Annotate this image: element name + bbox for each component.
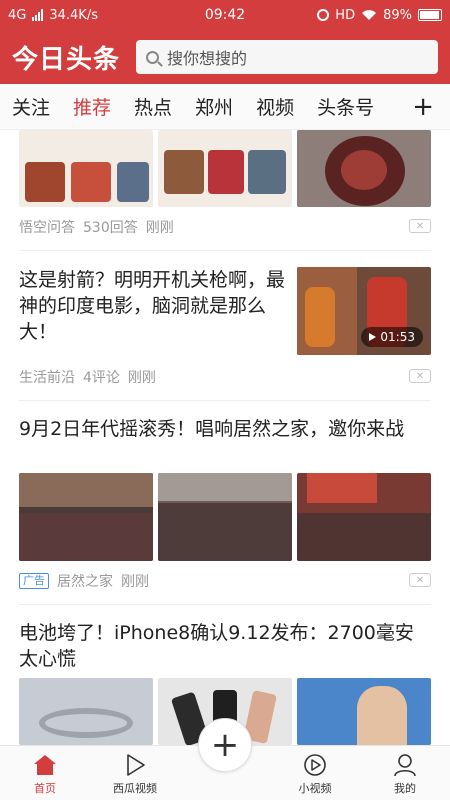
video-thumbnail: 01:53 [297,267,431,355]
tab-toutiaohao[interactable]: 头条号 [317,93,374,120]
source-label: 生活前沿 [19,370,75,386]
status-bar: 4G 34.4K/s 09:42 HD 89% [0,0,450,30]
thumbnail-image [297,130,431,207]
dislike-button[interactable]: ✕ [409,573,431,587]
thumbnail-image [297,473,431,561]
source-label: 居然之家 [57,574,113,590]
article-title: 9月2日年代摇滚秀！唱响居然之家，邀你来战 [19,418,405,440]
thumbnail-image [158,130,292,207]
tab-zhengzhou[interactable]: 郑州 [195,93,233,120]
network-type: 4G [8,7,27,23]
add-channel-button[interactable]: + [412,92,434,122]
thumbnail-image [19,678,153,745]
small-video-icon [302,753,328,777]
nav-label: 小视频 [298,782,332,795]
thumbnail-image [19,473,153,561]
time-label: 刚刚 [121,574,149,590]
nav-home[interactable]: 首页 [0,745,90,800]
nav-label: 我的 [394,782,416,795]
thumbnail-image [19,130,153,207]
article-title: 电池垮了！iPhone8确认9.12发布：2700毫安太心慌 [19,622,414,670]
play-icon [369,333,377,341]
item-meta: 广告 居然之家 刚刚 [19,571,149,591]
network-speed: 34.4K/s [49,7,98,23]
item-meta: 悟空问答 530回答 刚刚 [19,217,174,237]
video-duration: 01:53 [361,327,423,347]
dislike-button[interactable]: ✕ [409,369,431,383]
wifi-icon [362,10,377,20]
publish-plus-button[interactable]: + [198,718,252,772]
signal-icon [32,9,44,21]
tab-video[interactable]: 视频 [256,93,294,120]
hd-label: HD [335,7,356,23]
tab-follow[interactable]: 关注 [12,93,50,120]
alarm-icon [317,9,330,21]
channel-tabs: 关注 推荐 热点 郑州 视频 头条号 + [0,84,450,130]
thumbnail-image [297,678,431,745]
nav-label: 首页 [34,782,56,795]
search-box[interactable]: 搜你想搜的 [136,40,438,74]
home-icon [32,753,58,777]
divider [19,604,431,605]
item-meta: 生活前沿 4评论 刚刚 [19,367,156,387]
tab-recommend[interactable]: 推荐 [73,93,111,120]
time-label: 刚刚 [145,220,174,236]
ad-badge: 广告 [19,573,49,589]
battery-percent: 89% [383,7,412,23]
article-title: 这是射箭？明明开机关枪啊，最神的印度电影，脑洞就是那么大！ [19,269,286,343]
source-label: 悟空问答 [19,220,75,236]
divider [19,400,431,401]
time-label: 刚刚 [127,370,156,386]
tab-hot[interactable]: 热点 [134,93,172,120]
search-placeholder: 搜你想搜的 [167,49,248,68]
nav-small-video[interactable]: 小视频 [270,745,360,800]
plus-icon: + [210,725,240,765]
thumbnail-image [158,473,292,561]
nav-profile[interactable]: 我的 [360,745,450,800]
nav-xigua-video[interactable]: 西瓜视频 [90,745,180,800]
profile-icon [392,753,418,777]
app-logo: 今日头条 [12,44,121,75]
play-icon [122,753,148,777]
app-header: 今日头条 搜你想搜的 [0,30,450,84]
nav-label: 西瓜视频 [113,782,157,795]
answer-count: 530回答 [83,220,138,236]
search-icon [146,50,159,64]
comment-count: 4评论 [83,370,120,386]
news-feed: 悟空问答 530回答 刚刚 ✕ 这是射箭？明明开机关枪啊，最神的印度电影，脑洞就… [0,130,450,745]
dislike-button[interactable]: ✕ [409,219,431,233]
battery-icon [418,9,442,21]
divider [19,250,431,251]
